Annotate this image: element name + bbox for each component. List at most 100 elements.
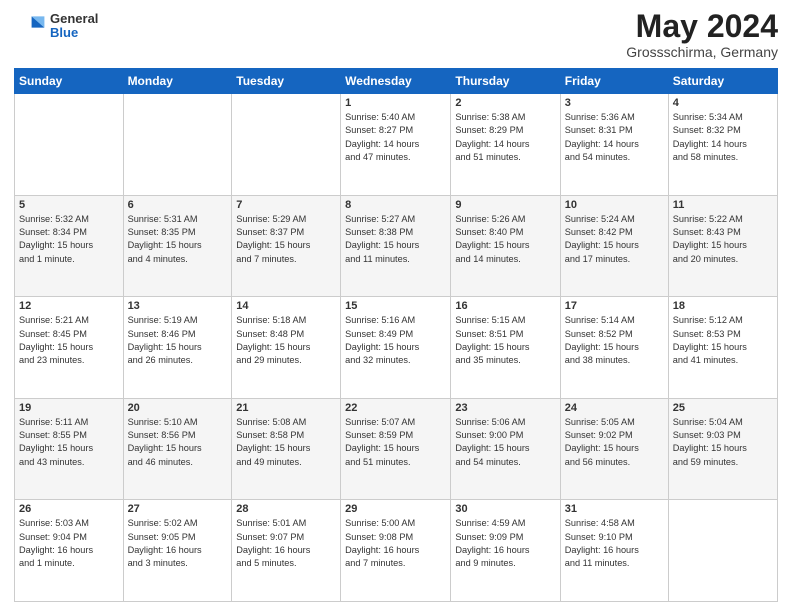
day-info: Sunrise: 5:06 AMSunset: 9:00 PMDaylight:… — [455, 416, 555, 469]
day-number: 30 — [455, 503, 555, 515]
day-info: Sunrise: 5:12 AMSunset: 8:53 PMDaylight:… — [673, 314, 773, 367]
day-info: Sunrise: 5:02 AMSunset: 9:05 PMDaylight:… — [128, 517, 228, 570]
table-row: 16 Sunrise: 5:15 AMSunset: 8:51 PMDayligh… — [451, 297, 560, 399]
day-number: 24 — [565, 402, 664, 414]
calendar-location: Grossschirma, Germany — [626, 44, 778, 60]
day-number: 4 — [673, 97, 773, 109]
table-row: 30 Sunrise: 4:59 AMSunset: 9:09 PMDayligh… — [451, 500, 560, 602]
table-row: 31 Sunrise: 4:58 AMSunset: 9:10 PMDayligh… — [560, 500, 668, 602]
header-sunday: Sunday — [15, 69, 124, 94]
table-row: 17 Sunrise: 5:14 AMSunset: 8:52 PMDayligh… — [560, 297, 668, 399]
table-row: 1 Sunrise: 5:40 AMSunset: 8:27 PMDaylight… — [341, 94, 451, 196]
table-row: 24 Sunrise: 5:05 AMSunset: 9:02 PMDayligh… — [560, 398, 668, 500]
day-number: 17 — [565, 300, 664, 312]
table-row: 12 Sunrise: 5:21 AMSunset: 8:45 PMDayligh… — [15, 297, 124, 399]
title-block: May 2024 Grossschirma, Germany — [626, 10, 778, 60]
table-row: 9 Sunrise: 5:26 AMSunset: 8:40 PMDaylight… — [451, 195, 560, 297]
table-row: 27 Sunrise: 5:02 AMSunset: 9:05 PMDayligh… — [123, 500, 232, 602]
day-number: 27 — [128, 503, 228, 515]
day-info: Sunrise: 5:00 AMSunset: 9:08 PMDaylight:… — [345, 517, 446, 570]
table-row: 26 Sunrise: 5:03 AMSunset: 9:04 PMDayligh… — [15, 500, 124, 602]
day-info: Sunrise: 4:58 AMSunset: 9:10 PMDaylight:… — [565, 517, 664, 570]
day-number: 7 — [236, 199, 336, 211]
day-info: Sunrise: 5:21 AMSunset: 8:45 PMDaylight:… — [19, 314, 119, 367]
day-number: 31 — [565, 503, 664, 515]
table-row: 20Sunrise: 5:10 AMSunset: 8:56 PMDayligh… — [123, 398, 232, 500]
day-info: Sunrise: 5:24 AMSunset: 8:42 PMDaylight:… — [565, 213, 664, 266]
day-number: 16 — [455, 300, 555, 312]
logo-blue-label: Blue — [50, 26, 98, 40]
day-info: Sunrise: 5:16 AMSunset: 8:49 PMDaylight:… — [345, 314, 446, 367]
table-row: 11Sunrise: 5:22 AMSunset: 8:43 PMDayligh… — [668, 195, 777, 297]
table-row: 4Sunrise: 5:34 AMSunset: 8:32 PMDaylight… — [668, 94, 777, 196]
table-row: 5Sunrise: 5:32 AMSunset: 8:34 PMDaylight… — [15, 195, 124, 297]
table-row: 23Sunrise: 5:06 AMSunset: 9:00 PMDayligh… — [451, 398, 560, 500]
day-number: 10 — [565, 199, 664, 211]
weekday-header-row: Sunday Monday Tuesday Wednesday Thursday… — [15, 69, 778, 94]
day-info: Sunrise: 5:29 AMSunset: 8:37 PMDaylight:… — [236, 213, 336, 266]
table-row — [232, 94, 341, 196]
logo-text: General Blue — [50, 12, 98, 41]
header-friday: Friday — [560, 69, 668, 94]
calendar-week-row: 19 Sunrise: 5:11 AMSunset: 8:55 PMDayligh… — [15, 398, 778, 500]
day-number: 9 — [455, 199, 555, 211]
day-info: Sunrise: 5:26 AMSunset: 8:40 PMDaylight:… — [455, 213, 555, 266]
day-number: 1 — [345, 97, 446, 109]
header-tuesday: Tuesday — [232, 69, 341, 94]
day-number: 25 — [673, 402, 773, 414]
table-row: 7 Sunrise: 5:29 AMSunset: 8:37 PMDaylight… — [232, 195, 341, 297]
day-number: 26 — [19, 503, 119, 515]
calendar-week-row: 12 Sunrise: 5:21 AMSunset: 8:45 PMDayligh… — [15, 297, 778, 399]
day-info: Sunrise: 5:14 AMSunset: 8:52 PMDaylight:… — [565, 314, 664, 367]
table-row: 3 Sunrise: 5:36 AMSunset: 8:31 PMDaylight… — [560, 94, 668, 196]
calendar-week-row: 5Sunrise: 5:32 AMSunset: 8:34 PMDaylight… — [15, 195, 778, 297]
header-saturday: Saturday — [668, 69, 777, 94]
table-row: 10 Sunrise: 5:24 AMSunset: 8:42 PMDayligh… — [560, 195, 668, 297]
day-number: 6 — [128, 199, 228, 211]
day-info: Sunrise: 5:22 AMSunset: 8:43 PMDaylight:… — [673, 213, 773, 266]
header-wednesday: Wednesday — [341, 69, 451, 94]
day-number: 29 — [345, 503, 446, 515]
table-row: 6 Sunrise: 5:31 AMSunset: 8:35 PMDaylight… — [123, 195, 232, 297]
day-number: 19 — [19, 402, 119, 414]
header-monday: Monday — [123, 69, 232, 94]
day-number: 8 — [345, 199, 446, 211]
day-number: 15 — [345, 300, 446, 312]
day-info: Sunrise: 4:59 AMSunset: 9:09 PMDaylight:… — [455, 517, 555, 570]
table-row: 13Sunrise: 5:19 AMSunset: 8:46 PMDayligh… — [123, 297, 232, 399]
day-number: 5 — [19, 199, 119, 211]
table-row: 15 Sunrise: 5:16 AMSunset: 8:49 PMDayligh… — [341, 297, 451, 399]
day-info: Sunrise: 5:36 AMSunset: 8:31 PMDaylight:… — [565, 111, 664, 164]
day-info: Sunrise: 5:18 AMSunset: 8:48 PMDaylight:… — [236, 314, 336, 367]
day-info: Sunrise: 5:40 AMSunset: 8:27 PMDaylight:… — [345, 111, 446, 164]
day-number: 12 — [19, 300, 119, 312]
table-row: 18 Sunrise: 5:12 AMSunset: 8:53 PMDayligh… — [668, 297, 777, 399]
table-row: 28Sunrise: 5:01 AMSunset: 9:07 PMDayligh… — [232, 500, 341, 602]
header: General Blue May 2024 Grossschirma, Germ… — [14, 10, 778, 60]
day-info: Sunrise: 5:11 AMSunset: 8:55 PMDaylight:… — [19, 416, 119, 469]
logo-general-label: General — [50, 12, 98, 26]
day-number: 20 — [128, 402, 228, 414]
table-row — [123, 94, 232, 196]
day-info: Sunrise: 5:07 AMSunset: 8:59 PMDaylight:… — [345, 416, 446, 469]
logo-icon — [14, 10, 46, 42]
day-info: Sunrise: 5:19 AMSunset: 8:46 PMDaylight:… — [128, 314, 228, 367]
table-row: 25 Sunrise: 5:04 AMSunset: 9:03 PMDayligh… — [668, 398, 777, 500]
day-number: 2 — [455, 97, 555, 109]
day-number: 14 — [236, 300, 336, 312]
day-info: Sunrise: 5:04 AMSunset: 9:03 PMDaylight:… — [673, 416, 773, 469]
day-info: Sunrise: 5:15 AMSunset: 8:51 PMDaylight:… — [455, 314, 555, 367]
table-row: 22Sunrise: 5:07 AMSunset: 8:59 PMDayligh… — [341, 398, 451, 500]
calendar-week-row: 26 Sunrise: 5:03 AMSunset: 9:04 PMDayligh… — [15, 500, 778, 602]
calendar-week-row: 1 Sunrise: 5:40 AMSunset: 8:27 PMDaylight… — [15, 94, 778, 196]
day-info: Sunrise: 5:31 AMSunset: 8:35 PMDaylight:… — [128, 213, 228, 266]
day-info: Sunrise: 5:03 AMSunset: 9:04 PMDaylight:… — [19, 517, 119, 570]
table-row: 14 Sunrise: 5:18 AMSunset: 8:48 PMDayligh… — [232, 297, 341, 399]
table-row: 29 Sunrise: 5:00 AMSunset: 9:08 PMDayligh… — [341, 500, 451, 602]
day-number: 28 — [236, 503, 336, 515]
table-row: 21Sunrise: 5:08 AMSunset: 8:58 PMDayligh… — [232, 398, 341, 500]
day-info: Sunrise: 5:05 AMSunset: 9:02 PMDaylight:… — [565, 416, 664, 469]
day-number: 3 — [565, 97, 664, 109]
day-number: 18 — [673, 300, 773, 312]
header-thursday: Thursday — [451, 69, 560, 94]
